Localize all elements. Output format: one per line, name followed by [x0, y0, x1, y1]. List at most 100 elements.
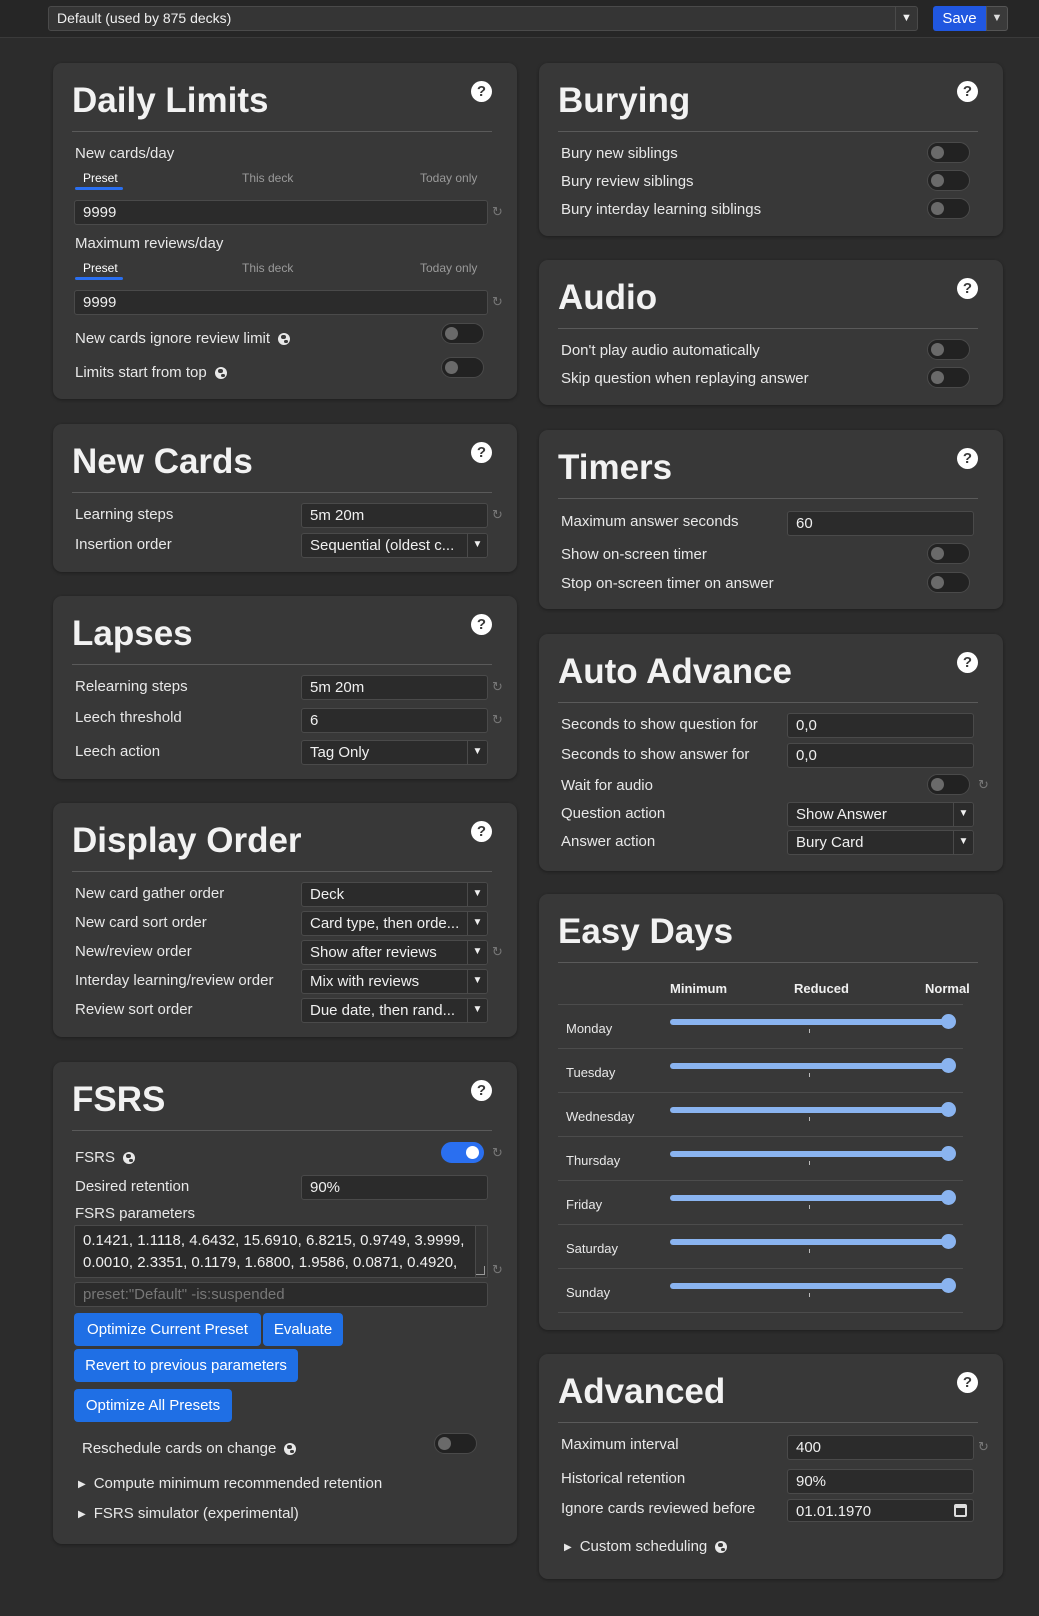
revert-icon[interactable]: ↻ [492, 944, 503, 960]
card-title: New Cards [72, 442, 253, 481]
easy-day-slider-track[interactable] [670, 1195, 948, 1201]
globe-icon [123, 1152, 136, 1164]
new-review-order-select[interactable]: Show after reviews ▼ [301, 940, 488, 965]
help-icon[interactable]: ? [957, 278, 978, 299]
optimize-current-preset-button[interactable]: Optimize Current Preset [74, 1313, 261, 1346]
tab-preset[interactable]: Preset [83, 171, 118, 185]
chevron-down-icon: ▼ [467, 534, 487, 557]
learning-steps-input[interactable]: 5m 20m [301, 503, 488, 528]
active-tab-indicator [75, 187, 123, 190]
tab-this-deck[interactable]: This deck [242, 171, 293, 185]
skip-question-toggle[interactable] [927, 367, 970, 388]
max-interval-label: Maximum interval [561, 1436, 679, 1453]
max-answer-seconds-input[interactable]: 60 [787, 511, 974, 536]
card-title: Audio [558, 278, 658, 317]
bury-new-siblings-toggle[interactable] [927, 142, 970, 163]
easy-day-slider-track[interactable] [670, 1019, 948, 1025]
revert-icon[interactable]: ↻ [978, 1439, 989, 1455]
fsrs-simulator-disclosure[interactable]: ▶ FSRS simulator (experimental) [78, 1505, 299, 1522]
new-cards-per-day-input[interactable]: 9999 [74, 200, 488, 225]
compute-min-retention-disclosure[interactable]: ▶ Compute minimum recommended retention [78, 1475, 382, 1492]
leech-threshold-input[interactable]: 6 [301, 708, 488, 733]
easy-day-slider-thumb[interactable] [941, 1058, 956, 1073]
revert-parameters-button[interactable]: Revert to previous parameters [74, 1349, 298, 1382]
tab-this-deck[interactable]: This deck [242, 261, 293, 275]
revert-icon[interactable]: ↻ [492, 294, 503, 310]
help-icon[interactable]: ? [471, 821, 492, 842]
show-timer-toggle[interactable] [927, 543, 970, 564]
limits-from-top-toggle[interactable] [441, 357, 484, 378]
fsrs-toggle[interactable] [441, 1142, 484, 1163]
revert-icon[interactable]: ↻ [492, 712, 503, 728]
max-interval-input[interactable]: 400 [787, 1435, 974, 1460]
question-seconds-input[interactable]: 0,0 [787, 713, 974, 738]
new-card-sort-order-select[interactable]: Card type, then orde... ▼ [301, 911, 488, 936]
desired-retention-input[interactable]: 90% [301, 1175, 488, 1200]
dont-play-audio-toggle[interactable] [927, 339, 970, 360]
fsrs-parameters-textarea[interactable]: 0.1421, 1.1118, 4.6432, 15.6910, 6.8215,… [74, 1225, 488, 1278]
question-action-select[interactable]: Show Answer ▼ [787, 802, 974, 827]
easy-day-slider-thumb[interactable] [941, 1234, 956, 1249]
easy-day-slider-thumb[interactable] [941, 1278, 956, 1293]
easy-day-slider-track[interactable] [670, 1107, 948, 1113]
ignore-before-date-input[interactable]: 01.01.1970 [787, 1499, 974, 1522]
answer-seconds-input[interactable]: 0,0 [787, 743, 974, 768]
easy-day-slider-thumb[interactable] [941, 1190, 956, 1205]
revert-icon[interactable]: ↻ [492, 1145, 503, 1161]
help-icon[interactable]: ? [957, 448, 978, 469]
revert-icon[interactable]: ↻ [492, 507, 503, 523]
custom-scheduling-disclosure[interactable]: ▶ Custom scheduling [564, 1538, 728, 1555]
easy-day-slider-thumb[interactable] [941, 1102, 956, 1117]
revert-icon[interactable]: ↻ [492, 204, 503, 220]
evaluate-button[interactable]: Evaluate [263, 1313, 343, 1346]
bury-interday-siblings-toggle[interactable] [927, 198, 970, 219]
tab-today-only[interactable]: Today only [420, 171, 477, 185]
help-icon[interactable]: ? [957, 1372, 978, 1393]
insertion-order-value: Sequential (oldest c... [310, 537, 455, 554]
save-dropdown-button[interactable]: ▼ [986, 6, 1008, 31]
leech-action-select[interactable]: Tag Only ▼ [301, 740, 488, 765]
chevron-down-icon: ▼ [991, 12, 1003, 24]
save-button[interactable]: Save [933, 6, 986, 31]
tab-preset[interactable]: Preset [83, 261, 118, 275]
help-icon[interactable]: ? [471, 614, 492, 635]
ignore-review-limit-toggle[interactable] [441, 323, 484, 344]
easy-day-slider-thumb[interactable] [941, 1014, 956, 1029]
tab-today-only[interactable]: Today only [420, 261, 477, 275]
reschedule-toggle[interactable] [434, 1433, 477, 1454]
relearning-steps-input[interactable]: 5m 20m [301, 675, 488, 700]
wait-for-audio-toggle[interactable] [927, 774, 970, 795]
new-card-sort-order-label: New card sort order [75, 914, 207, 931]
easy-day-slider-track[interactable] [670, 1283, 948, 1289]
resize-grip-icon[interactable] [476, 1266, 485, 1275]
easy-day-slider-track[interactable] [670, 1063, 948, 1069]
review-sort-order-select[interactable]: Due date, then rand... ▼ [301, 998, 488, 1023]
easy-day-slider-thumb[interactable] [941, 1146, 956, 1161]
interday-learning-review-order-label: Interday learning/review order [75, 972, 274, 989]
bury-review-siblings-toggle[interactable] [927, 170, 970, 191]
limits-from-top-label: Limits start from top [75, 364, 227, 381]
calendar-icon[interactable] [954, 1504, 967, 1517]
stop-timer-toggle[interactable] [927, 572, 970, 593]
top-bar: Default (used by 875 decks) ▼ Save ▼ [0, 0, 1039, 38]
preset-select[interactable]: Default (used by 875 decks) ▼ [48, 6, 918, 31]
easy-day-slider-track[interactable] [670, 1239, 948, 1245]
fsrs-parameters-line: 0.1421, 1.1118, 4.6432, 15.6910, 6.8215,… [83, 1232, 465, 1249]
revert-icon[interactable]: ↻ [492, 1262, 503, 1278]
help-icon[interactable]: ? [957, 81, 978, 102]
new-card-gather-order-select[interactable]: Deck ▼ [301, 882, 488, 907]
revert-icon[interactable]: ↻ [978, 777, 989, 793]
historical-retention-input[interactable]: 90% [787, 1469, 974, 1494]
interday-learning-review-order-select[interactable]: Mix with reviews ▼ [301, 969, 488, 994]
help-icon[interactable]: ? [471, 81, 492, 102]
revert-icon[interactable]: ↻ [492, 679, 503, 695]
help-icon[interactable]: ? [471, 442, 492, 463]
easy-day-slider-track[interactable] [670, 1151, 948, 1157]
optimize-search-input[interactable]: preset:"Default" -is:suspended [74, 1282, 488, 1307]
help-icon[interactable]: ? [957, 652, 978, 673]
optimize-all-presets-button[interactable]: Optimize All Presets [74, 1389, 232, 1422]
max-reviews-per-day-input[interactable]: 9999 [74, 290, 488, 315]
insertion-order-select[interactable]: Sequential (oldest c... ▼ [301, 533, 488, 558]
answer-action-select[interactable]: Bury Card ▼ [787, 830, 974, 855]
help-icon[interactable]: ? [471, 1080, 492, 1101]
